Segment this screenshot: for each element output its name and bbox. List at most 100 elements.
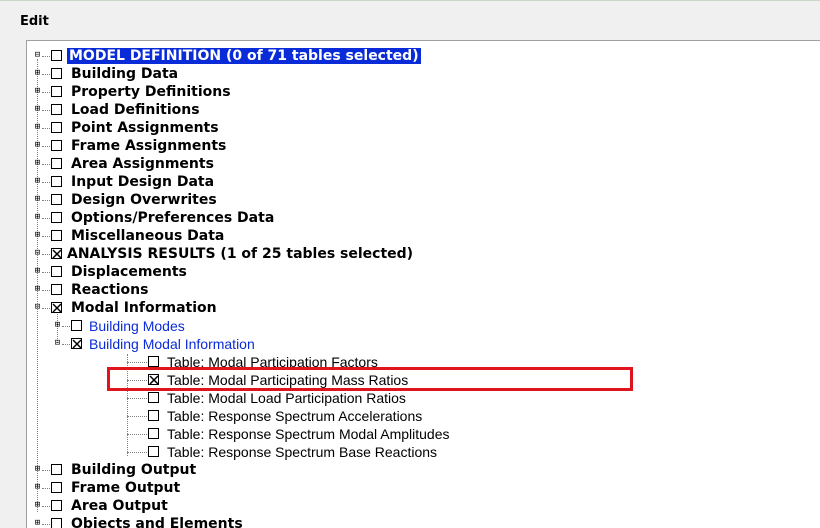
expand-icon[interactable]: ⊞: [33, 285, 42, 294]
check-x-icon: [52, 249, 62, 259]
node-label: Displacements: [71, 264, 187, 280]
expand-icon[interactable]: ⊞: [33, 195, 42, 204]
tree-node[interactable]: ⊞ Load Definitions: [27, 101, 820, 119]
tree-connector: [42, 128, 50, 129]
expand-icon[interactable]: ⊞: [33, 141, 42, 150]
tree-node[interactable]: ⊞ Area Output: [27, 497, 820, 515]
table-item[interactable]: Table: Modal Load Participation Ratios: [27, 389, 820, 407]
tree-node-modal-information[interactable]: ⊟ Modal Information: [27, 299, 820, 317]
checkbox[interactable]: [51, 140, 62, 151]
tree-connector: [62, 344, 70, 345]
collapse-icon[interactable]: ⊟: [33, 303, 42, 312]
checkbox[interactable]: [51, 482, 62, 493]
tree-node-building-modal-information[interactable]: ⊟ Building Modal Information: [27, 335, 820, 353]
checkbox[interactable]: [51, 176, 62, 187]
checkbox[interactable]: [51, 122, 62, 133]
checkbox[interactable]: [51, 194, 62, 205]
tree-connector: [127, 362, 147, 363]
checkbox[interactable]: [51, 104, 62, 115]
expand-icon[interactable]: ⊞: [33, 483, 42, 492]
tree-connector: [42, 92, 50, 93]
node-label: Modal Information: [71, 300, 217, 316]
table-item[interactable]: Table: Response Spectrum Modal Amplitude…: [27, 425, 820, 443]
tree-node[interactable]: ⊞ Reactions: [27, 281, 820, 299]
tree-connector: [42, 506, 50, 507]
expand-icon[interactable]: ⊞: [33, 177, 42, 186]
tree-connector: [42, 290, 50, 291]
tree-connector: [42, 146, 50, 147]
edit-menu[interactable]: Edit: [20, 14, 49, 29]
node-label: Area Output: [71, 498, 168, 514]
node-label: Table: Response Spectrum Base Reactions: [167, 444, 438, 460]
tree-node[interactable]: ⊞ Design Overwrites: [27, 191, 820, 209]
expand-icon[interactable]: ⊞: [33, 501, 42, 510]
tree-node[interactable]: ⊞ Input Design Data: [27, 173, 820, 191]
expand-icon[interactable]: ⊞: [33, 69, 42, 78]
node-label: ANALYSIS RESULTS (1 of 25 tables selecte…: [67, 246, 414, 262]
collapse-icon[interactable]: ⊟: [53, 339, 62, 348]
checkbox[interactable]: [51, 464, 62, 475]
tree-node[interactable]: ⊞ Displacements: [27, 263, 820, 281]
checkbox[interactable]: [51, 230, 62, 241]
checkbox[interactable]: [148, 392, 159, 403]
table-selection-tree[interactable]: ⊟ MODEL DEFINITION (0 of 71 tables selec…: [26, 40, 820, 528]
tree-node-analysis-results[interactable]: ⊟ ANALYSIS RESULTS (1 of 25 tables selec…: [27, 245, 820, 263]
tree-node[interactable]: ⊞ Frame Output: [27, 479, 820, 497]
tree-connector: [42, 182, 50, 183]
tree-node[interactable]: ⊞ Property Definitions: [27, 83, 820, 101]
expand-icon[interactable]: ⊞: [33, 159, 42, 168]
checkbox-checked[interactable]: [51, 302, 62, 313]
checkbox[interactable]: [51, 500, 62, 511]
checkbox[interactable]: [71, 320, 82, 331]
expand-icon[interactable]: ⊞: [33, 465, 42, 474]
node-label: Table: Response Spectrum Accelerations: [167, 408, 423, 424]
tree-node[interactable]: ⊞ Frame Assignments: [27, 137, 820, 155]
expand-icon[interactable]: ⊞: [53, 321, 62, 330]
node-label: Building Output: [71, 462, 197, 478]
checkbox-checked[interactable]: [71, 338, 82, 349]
tree-connector: [42, 488, 50, 489]
node-label: Load Definitions: [71, 102, 200, 118]
checkbox[interactable]: [51, 68, 62, 79]
tree-node[interactable]: ⊞ Point Assignments: [27, 119, 820, 137]
checkbox[interactable]: [51, 158, 62, 169]
tree-connector: [127, 434, 147, 435]
tree-node[interactable]: ⊞ Objects and Elements: [27, 515, 820, 528]
menu-top-line: [0, 0, 820, 1]
tree-node[interactable]: ⊞ Miscellaneous Data: [27, 227, 820, 245]
checkbox[interactable]: [148, 428, 159, 439]
table-item[interactable]: Table: Response Spectrum Base Reactions: [27, 443, 820, 461]
checkbox[interactable]: [148, 446, 159, 457]
node-label: Area Assignments: [71, 156, 214, 172]
collapse-icon[interactable]: ⊟: [33, 249, 42, 258]
checkbox[interactable]: [148, 410, 159, 421]
tree-node[interactable]: ⊞ Options/Preferences Data: [27, 209, 820, 227]
tree-node[interactable]: ⊞ Area Assignments: [27, 155, 820, 173]
checkbox[interactable]: [51, 86, 62, 97]
tree-node[interactable]: ⊞ Building Output: [27, 461, 820, 479]
checkbox-checked[interactable]: [51, 248, 62, 259]
tree-connector: [42, 524, 50, 525]
table-item[interactable]: Table: Response Spectrum Accelerations: [27, 407, 820, 425]
expand-icon[interactable]: ⊞: [33, 213, 42, 222]
checkbox[interactable]: [148, 356, 159, 367]
checkbox[interactable]: [51, 266, 62, 277]
tree-connector: [42, 110, 50, 111]
expand-icon[interactable]: ⊞: [33, 231, 42, 240]
expand-icon[interactable]: ⊞: [33, 267, 42, 276]
tree-connector: [127, 452, 147, 453]
expand-icon[interactable]: ⊞: [33, 105, 42, 114]
checkbox[interactable]: [51, 284, 62, 295]
node-label: Property Definitions: [71, 84, 231, 100]
expand-icon[interactable]: ⊞: [33, 87, 42, 96]
collapse-icon[interactable]: ⊟: [33, 51, 42, 60]
checkbox[interactable]: [51, 50, 62, 61]
tree-node-model-definition[interactable]: ⊟ MODEL DEFINITION (0 of 71 tables selec…: [27, 47, 820, 65]
checkbox[interactable]: [51, 212, 62, 223]
tree-node[interactable]: ⊞ Building Data: [27, 65, 820, 83]
tree-node[interactable]: ⊞ Building Modes: [27, 317, 820, 335]
expand-icon[interactable]: ⊞: [33, 123, 42, 132]
tree-connector: [42, 218, 50, 219]
check-x-icon: [52, 303, 62, 313]
tree-connector: [42, 308, 50, 309]
